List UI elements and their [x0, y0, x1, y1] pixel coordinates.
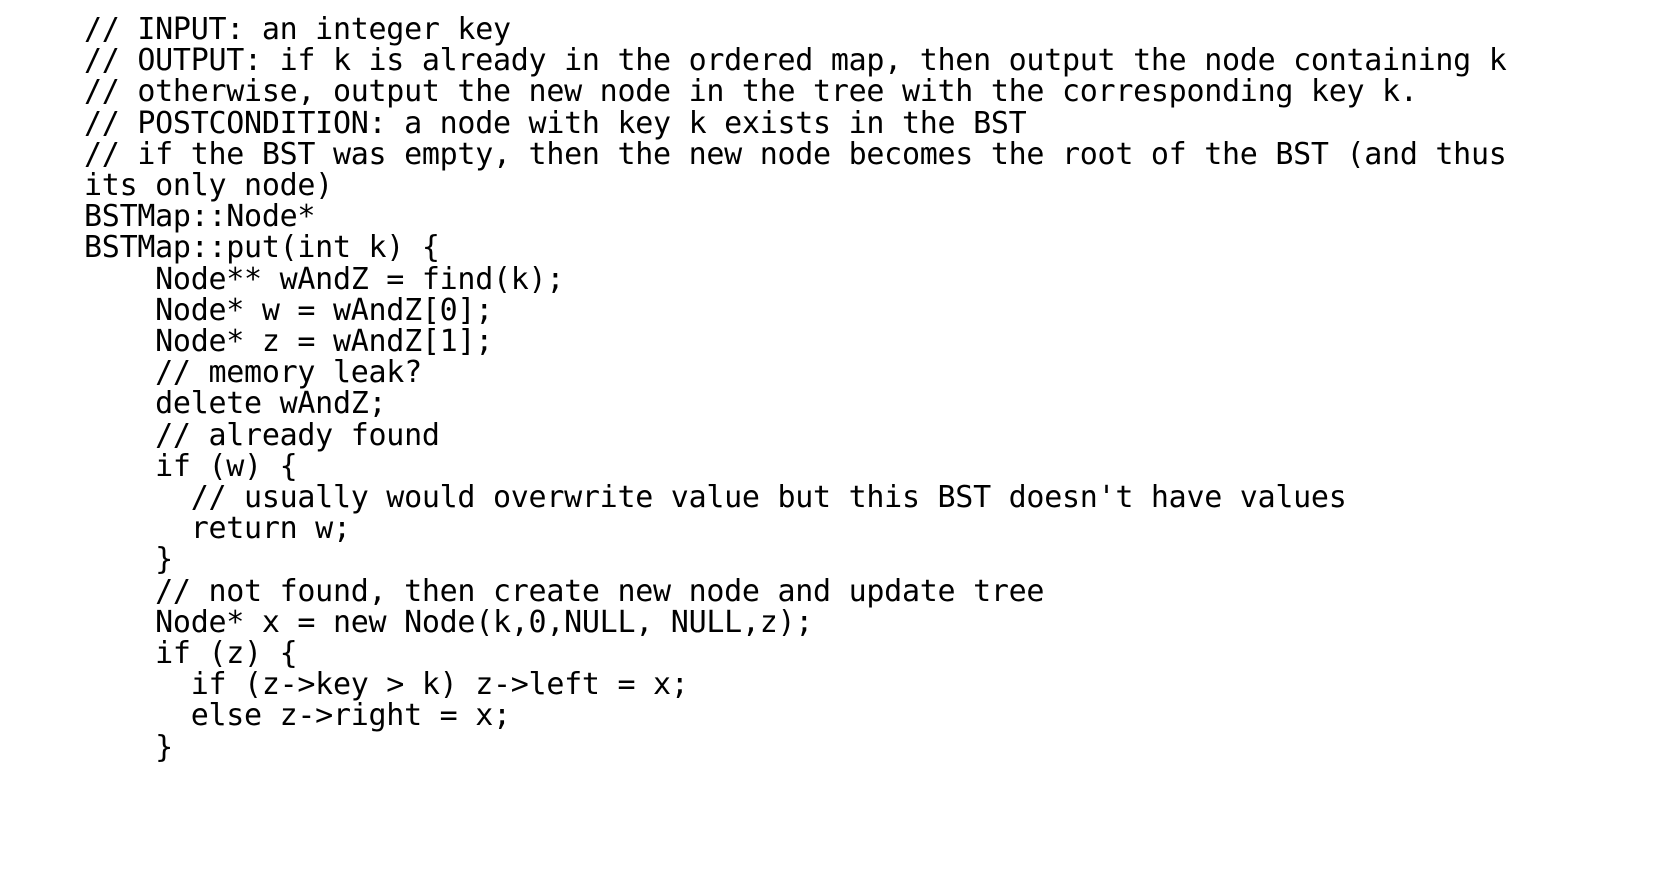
- code-line: }: [84, 729, 173, 765]
- code-line: // otherwise, output the new node in the…: [84, 74, 1418, 110]
- code-line: Node** wAndZ = find(k);: [84, 261, 565, 297]
- code-line: BSTMap::put(int k) {: [84, 230, 440, 266]
- code-line: Node* w = wAndZ[0];: [84, 292, 493, 328]
- code-line: BSTMap::Node*: [84, 199, 316, 235]
- code-line: // OUTPUT: if k is already in the ordere…: [84, 43, 1507, 79]
- code-line: // usually would overwrite value but thi…: [84, 480, 1347, 516]
- code-line: if (z) {: [84, 636, 298, 672]
- code-line: else z->right = x;: [84, 698, 511, 734]
- code-line: // memory leak?: [84, 355, 422, 391]
- code-line: Node* z = wAndZ[1];: [84, 324, 493, 360]
- code-line: its only node): [84, 168, 333, 204]
- code-line: delete wAndZ;: [84, 386, 387, 422]
- code-line: if (w) {: [84, 448, 298, 484]
- code-line: // already found: [84, 417, 440, 453]
- code-line: // POSTCONDITION: a node with key k exis…: [84, 105, 1027, 141]
- code-listing: // INPUT: an integer key // OUTPUT: if k…: [0, 0, 1658, 876]
- code-line: // INPUT: an integer key: [84, 12, 511, 47]
- code-line: // not found, then create new node and u…: [84, 573, 1045, 609]
- code-line: // if the BST was empty, then the new no…: [84, 136, 1507, 172]
- code-line: Node* x = new Node(k,0,NULL, NULL,z);: [84, 604, 814, 640]
- code-line: }: [84, 542, 173, 578]
- code-line: return w;: [84, 511, 351, 547]
- code-line: if (z->key > k) z->left = x;: [84, 667, 689, 703]
